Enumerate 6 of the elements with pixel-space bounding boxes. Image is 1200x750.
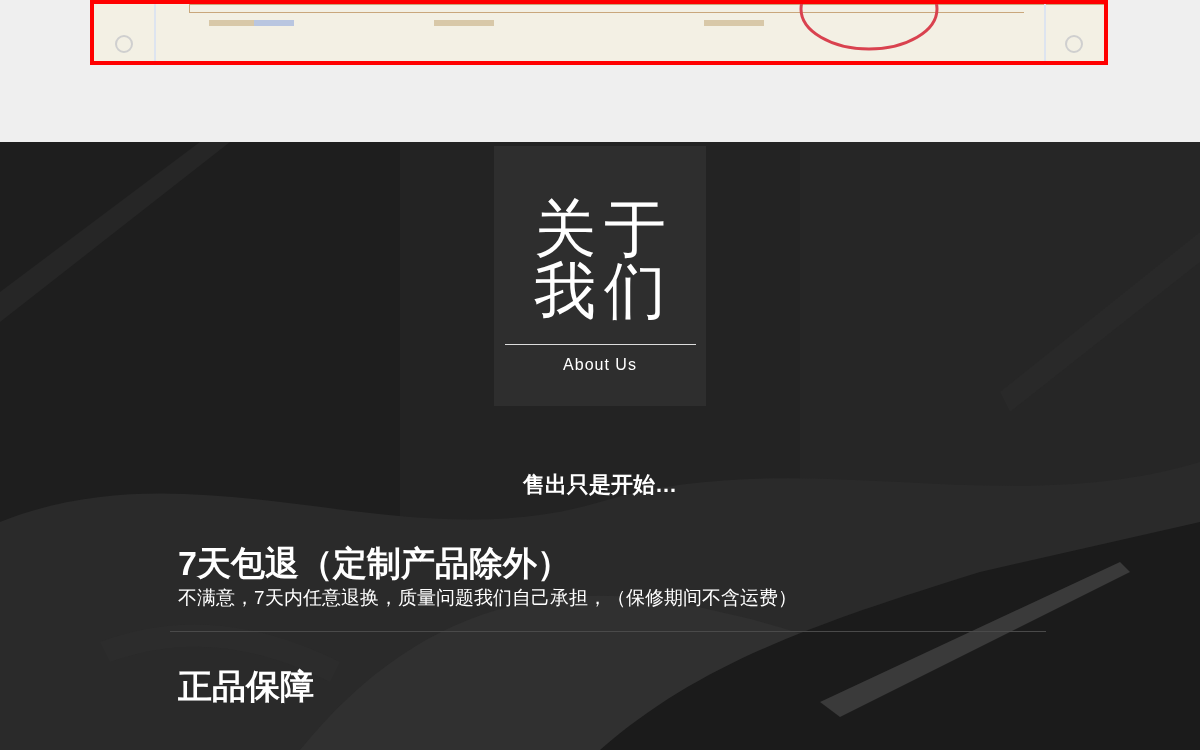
guarantee-title: 正品保障	[178, 666, 314, 707]
about-title: 关于我们	[533, 198, 675, 322]
guarantee-title: 7天包退（定制产品除外）	[178, 543, 571, 584]
tagline: 售出只是开始…	[522, 471, 678, 499]
about-subtitle: About Us	[563, 355, 637, 375]
guarantee-description: 不满意，7天内任意退换，质量问题我们自己承担，（保修期间不含运费）	[178, 586, 797, 610]
